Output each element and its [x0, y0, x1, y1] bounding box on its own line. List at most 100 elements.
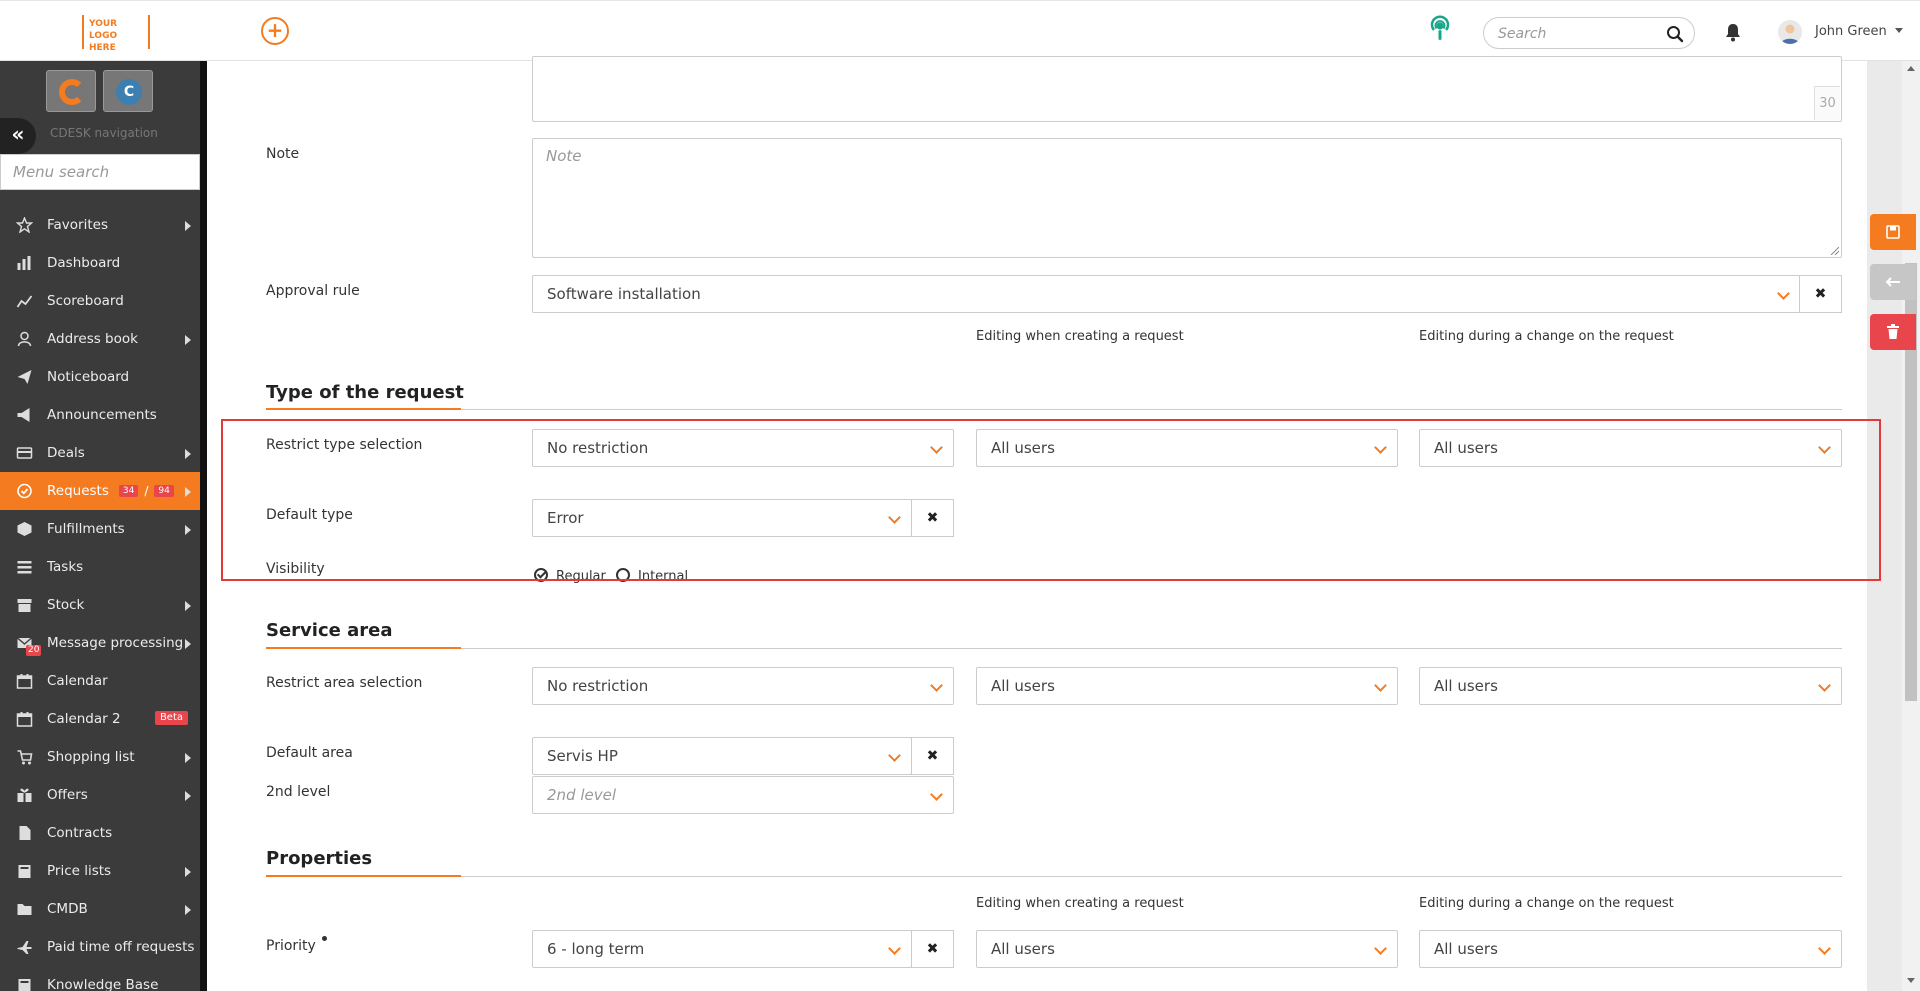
chevron-down-icon: [1818, 942, 1831, 955]
approval-rule-select[interactable]: Software installation: [532, 275, 1801, 313]
page-scrollbar[interactable]: [1902, 61, 1920, 991]
book-icon: [18, 979, 31, 991]
sidebar-item-label: Announcements: [47, 407, 157, 423]
sidebar-item-noticeboard[interactable]: Noticeboard: [0, 358, 200, 396]
chevron-right-icon[interactable]: [185, 525, 191, 535]
priority-change-select[interactable]: All users: [1419, 930, 1842, 968]
sidebar-item-announcements[interactable]: Announcements: [0, 396, 200, 434]
restrict-area-create-value: All users: [991, 677, 1055, 695]
default-area-select[interactable]: Servis HP: [532, 737, 912, 775]
sidebar-item-tasks[interactable]: Tasks: [0, 548, 200, 586]
chevron-right-icon[interactable]: [185, 487, 191, 497]
cube-icon: [17, 522, 32, 536]
cdesk-app-blue-icon[interactable]: C: [103, 70, 153, 112]
char-counter: 30: [1814, 86, 1840, 120]
description-textarea[interactable]: 30: [532, 56, 1842, 122]
collapse-sidebar-button[interactable]: «: [0, 118, 36, 154]
sidebar-item-label: Stock: [47, 597, 85, 613]
top-bar: YOUR LOGO HERE + John Green: [0, 0, 1920, 61]
chevron-right-icon[interactable]: [185, 791, 191, 801]
default-area-label: Default area: [266, 745, 353, 761]
chevron-down-icon: [888, 749, 901, 762]
priority-create-value: All users: [991, 940, 1055, 958]
podcast-icon[interactable]: [1426, 15, 1454, 43]
col-head-change-properties: Editing during a change on the request: [1419, 896, 1674, 911]
menu-search-input[interactable]: [1, 155, 199, 189]
save-button[interactable]: [1870, 214, 1916, 250]
sidebar-scrollbar[interactable]: [200, 61, 207, 991]
sidebar-item-scoreboard[interactable]: Scoreboard: [0, 282, 200, 320]
scroll-up-icon[interactable]: [1907, 66, 1915, 71]
second-level-select[interactable]: 2nd level: [532, 776, 954, 814]
cart-icon: [17, 750, 33, 765]
delete-button[interactable]: [1870, 314, 1916, 350]
resize-handle-icon[interactable]: [1829, 245, 1839, 255]
user-name[interactable]: John Green: [1815, 24, 1887, 39]
restrict-area-create-select[interactable]: All users: [976, 667, 1398, 705]
global-search-input[interactable]: [1498, 24, 1658, 44]
cdesk-app-orange-icon[interactable]: [46, 70, 96, 112]
sidebar-item-label: Knowledge Base: [47, 977, 159, 991]
sidebar-item-contracts[interactable]: Contracts: [0, 814, 200, 852]
sidebar-item-address-book[interactable]: Address book: [0, 320, 200, 358]
list-icon: [17, 561, 32, 574]
sidebar-item-message-processing[interactable]: Message processing 20: [0, 624, 200, 662]
col-head-change: Editing during a change on the request: [1419, 329, 1674, 344]
approval-rule-clear-button[interactable]: ✖: [1799, 275, 1842, 313]
priority-select[interactable]: 6 - long term: [532, 930, 912, 968]
sidebar-item-calendar[interactable]: Calendar: [0, 662, 200, 700]
sidebar-item-label: Paid time off requests: [47, 939, 195, 955]
sidebar-item-requests[interactable]: Requests 34 / 94: [0, 472, 200, 510]
sidebar-item-paid-time-off-requests[interactable]: Paid time off requests: [0, 928, 200, 966]
company-logo[interactable]: YOUR LOGO HERE: [82, 15, 150, 53]
nav-caption: CDESK navigation: [50, 126, 158, 140]
section-title-type: Type of the request: [266, 382, 464, 403]
chevron-right-icon[interactable]: [185, 639, 191, 649]
chevron-down-icon: [1777, 287, 1790, 300]
sidebar-item-price-lists[interactable]: Price lists: [0, 852, 200, 890]
scroll-down-icon[interactable]: [1907, 978, 1915, 983]
sidebar-item-offers[interactable]: Offers: [0, 776, 200, 814]
main-content: 30 Note Approval rule Software installat…: [207, 56, 1900, 991]
sidebar-item-label: Offers: [47, 787, 88, 803]
sidebar-item-shopping-list[interactable]: Shopping list: [0, 738, 200, 776]
archive-icon: [17, 599, 32, 612]
sidebar-item-calendar-2[interactable]: Calendar 2 Beta: [0, 700, 200, 738]
chevron-right-icon[interactable]: [185, 221, 191, 231]
calendar-icon: [16, 674, 33, 689]
trash-icon: [1887, 324, 1899, 339]
chevron-right-icon[interactable]: [185, 601, 191, 611]
note-textarea[interactable]: [533, 139, 1841, 257]
user-menu-caret-icon[interactable]: [1895, 28, 1903, 33]
chevron-right-icon[interactable]: [185, 905, 191, 915]
sidebar-item-knowledge-base[interactable]: Knowledge Base: [0, 966, 200, 991]
chevron-right-icon[interactable]: [185, 867, 191, 877]
chevron-right-icon[interactable]: [185, 335, 191, 345]
chevron-right-icon[interactable]: [185, 753, 191, 763]
sidebar-item-label: Scoreboard: [47, 293, 124, 309]
priority-clear-button[interactable]: ✖: [911, 930, 954, 968]
restrict-area-select[interactable]: No restriction: [532, 667, 954, 705]
sidebar-item-deals[interactable]: Deals: [0, 434, 200, 472]
search-icon[interactable]: [1666, 25, 1684, 43]
sidebar-item-stock[interactable]: Stock: [0, 586, 200, 624]
back-button[interactable]: [1870, 264, 1916, 300]
sidebar-item-label: Noticeboard: [47, 369, 130, 385]
user-avatar[interactable]: [1778, 20, 1802, 44]
col-head-create: Editing when creating a request: [976, 329, 1184, 344]
sidebar-item-dashboard[interactable]: Dashboard: [0, 244, 200, 282]
priority-value: 6 - long term: [547, 940, 645, 958]
default-area-clear-button[interactable]: ✖: [911, 737, 954, 775]
user-avatar-icon: [1781, 24, 1799, 44]
sidebar-item-fulfillments[interactable]: Fulfillments: [0, 510, 200, 548]
add-new-button[interactable]: +: [261, 17, 289, 45]
bell-icon[interactable]: [1724, 22, 1742, 42]
approval-rule-label: Approval rule: [266, 283, 360, 299]
restrict-area-change-select[interactable]: All users: [1419, 667, 1842, 705]
chevron-down-icon: [1818, 679, 1831, 692]
sidebar-item-cmdb[interactable]: CMDB: [0, 890, 200, 928]
sidebar-item-favorites[interactable]: Favorites: [0, 206, 200, 244]
chevron-right-icon[interactable]: [185, 449, 191, 459]
priority-create-select[interactable]: All users: [976, 930, 1398, 968]
section-divider: [266, 409, 1842, 410]
